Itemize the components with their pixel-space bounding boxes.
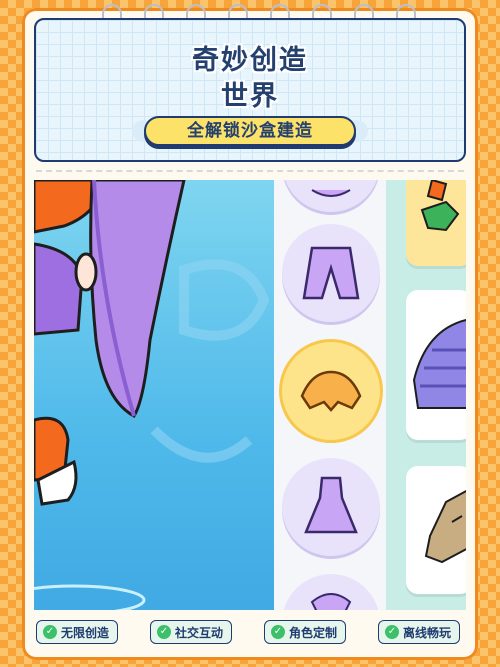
wardrobe-list[interactable] bbox=[274, 180, 386, 610]
check-icon: ✓ bbox=[43, 625, 57, 639]
wardrobe-item[interactable] bbox=[282, 180, 380, 212]
wardrobe-item[interactable] bbox=[282, 574, 380, 610]
item-card[interactable] bbox=[406, 290, 466, 440]
divider bbox=[36, 170, 464, 172]
title-panel: 奇妙创造 世界 全解锁沙盒建造 bbox=[34, 18, 466, 162]
character-preview bbox=[34, 180, 274, 610]
feature-label: 无限创造 bbox=[61, 625, 110, 640]
check-icon: ✓ bbox=[271, 625, 285, 639]
feature-label: 离线畅玩 bbox=[403, 625, 452, 640]
item-card[interactable] bbox=[406, 466, 466, 594]
game-screenshot bbox=[34, 180, 466, 610]
page-title-line1: 奇妙创造 bbox=[192, 45, 308, 76]
feature-tags: ✓ 无限创造 ✓ 社交互动 ✓ 角色定制 ✓ 离线畅玩 bbox=[36, 620, 464, 644]
dress-icon bbox=[304, 476, 358, 534]
check-icon: ✓ bbox=[385, 625, 399, 639]
item-cards-panel bbox=[386, 180, 466, 610]
partial-outfit-icon bbox=[310, 593, 352, 610]
check-icon: ✓ bbox=[157, 625, 171, 639]
character-illustration bbox=[34, 180, 270, 610]
wardrobe-item[interactable] bbox=[282, 458, 380, 556]
wardrobe-item[interactable] bbox=[282, 224, 380, 322]
feature-label: 社交互动 bbox=[175, 625, 224, 640]
partial-outfit-icon bbox=[311, 189, 351, 197]
shoes-icon bbox=[420, 180, 460, 232]
boot-icon bbox=[424, 489, 466, 564]
pants-icon bbox=[302, 246, 360, 300]
hair-icon bbox=[412, 319, 466, 409]
wardrobe-item-selected[interactable] bbox=[282, 342, 380, 440]
feature-tag: ✓ 角色定制 bbox=[264, 620, 347, 644]
feature-tag: ✓ 离线畅玩 bbox=[378, 620, 461, 644]
item-card[interactable] bbox=[406, 180, 466, 266]
feature-tag: ✓ 无限创造 bbox=[36, 620, 119, 644]
feature-label: 角色定制 bbox=[289, 625, 338, 640]
feature-tag: ✓ 社交互动 bbox=[150, 620, 233, 644]
cape-top-icon bbox=[300, 370, 362, 412]
subtitle-badge: 全解锁沙盒建造 bbox=[144, 116, 356, 146]
page-title-line2: 世界 bbox=[221, 81, 279, 112]
